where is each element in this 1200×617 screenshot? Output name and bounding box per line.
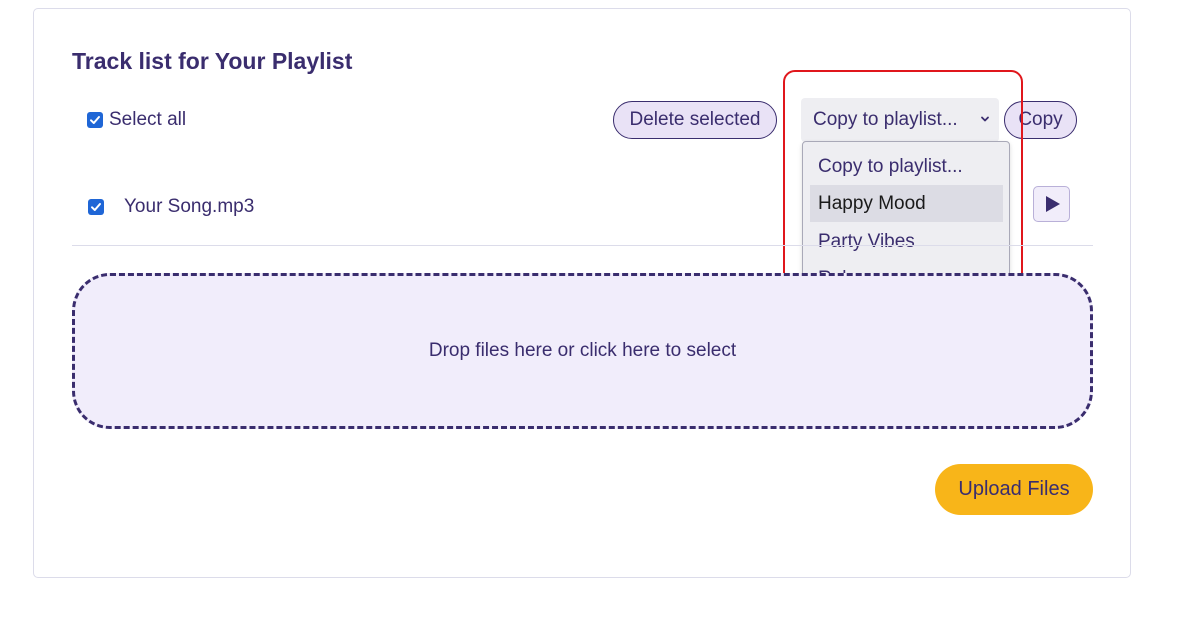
copy-button[interactable]: Copy	[1004, 101, 1077, 139]
dropdown-option-party-vibes[interactable]: Party Vibes	[810, 223, 1003, 260]
dropzone-text: Drop files here or click here to select	[428, 340, 737, 361]
delete-selected-button[interactable]: Delete selected	[613, 101, 777, 139]
checkmark-icon	[90, 116, 100, 124]
track-row: Your Song.mp3	[88, 196, 254, 218]
checkmark-icon	[91, 203, 101, 211]
copy-to-playlist-select-value: Copy to playlist...	[813, 109, 958, 130]
select-all-label: Select all	[109, 109, 187, 130]
track-checkbox[interactable]	[88, 199, 104, 215]
play-button[interactable]	[1033, 186, 1070, 222]
divider	[72, 245, 1093, 246]
upload-files-button[interactable]: Upload Files	[935, 464, 1093, 515]
chevron-down-icon	[981, 116, 989, 122]
copy-to-playlist-select[interactable]: Copy to playlist...	[801, 98, 999, 142]
dropdown-option-placeholder[interactable]: Copy to playlist...	[810, 148, 1003, 185]
page-title: Track list for Your Playlist	[72, 48, 353, 74]
track-name: Your Song.mp3	[124, 196, 255, 217]
play-icon	[1045, 196, 1060, 212]
dropdown-option-happy-mood[interactable]: Happy Mood	[810, 185, 1003, 222]
select-all-checkbox[interactable]	[87, 112, 103, 128]
file-dropzone[interactable]: Drop files here or click here to select	[72, 273, 1093, 429]
select-all-control[interactable]: Select all	[87, 109, 186, 131]
